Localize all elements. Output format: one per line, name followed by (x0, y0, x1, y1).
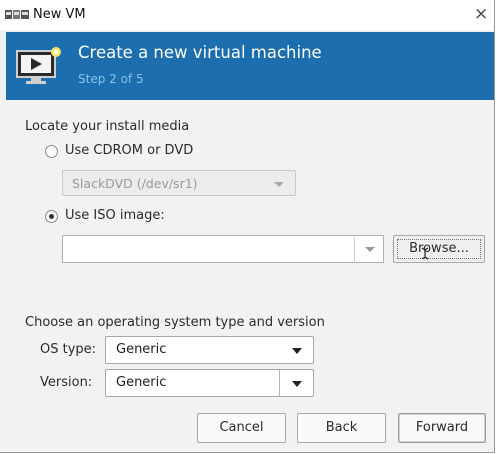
forward-button[interactable]: Forward (398, 413, 486, 443)
chevron-down-icon (274, 182, 284, 187)
cdrom-device-select: SlackDVD (/dev/sr1) (62, 170, 296, 196)
close-icon[interactable]: × (474, 4, 488, 24)
install-media-heading: Locate your install media (25, 119, 190, 134)
browse-button[interactable]: Browse... (393, 235, 485, 263)
wizard-banner: Create a new virtual machine Step 2 of 5 (6, 32, 494, 100)
window-title: New VM (33, 7, 86, 22)
cdrom-device-value: SlackDVD (/dev/sr1) (72, 176, 198, 191)
iso-history-dropdown[interactable] (354, 235, 384, 263)
chevron-down-icon (292, 348, 302, 354)
back-button[interactable]: Back (297, 413, 386, 443)
version-select[interactable]: Generic (105, 369, 314, 397)
monitor-play-icon (16, 47, 61, 84)
divider (279, 370, 280, 396)
iso-radio-label[interactable]: Use ISO image: (65, 208, 165, 223)
os-heading: Choose an operating system type and vers… (25, 315, 325, 330)
wizard-title: Create a new virtual machine (78, 43, 322, 62)
os-type-value: Generic (116, 342, 167, 357)
cdrom-radio-label[interactable]: Use CDROM or DVD (65, 143, 193, 158)
cdrom-radio[interactable] (45, 145, 58, 158)
version-value: Generic (116, 375, 167, 390)
chevron-down-icon (292, 381, 302, 387)
iso-path-input[interactable] (62, 235, 384, 263)
vm-manager-icon (5, 10, 29, 19)
wizard-step: Step 2 of 5 (78, 72, 144, 86)
os-type-label: OS type: (40, 342, 97, 357)
os-type-select[interactable]: Generic (105, 336, 314, 364)
version-label: Version: (40, 375, 93, 390)
title-bar[interactable]: New VM × (0, 0, 494, 30)
new-vm-window: New VM × Create a new virtual machine St… (0, 0, 495, 453)
cancel-button[interactable]: Cancel (197, 413, 286, 443)
chevron-down-icon (365, 247, 375, 252)
iso-radio[interactable] (45, 210, 58, 223)
